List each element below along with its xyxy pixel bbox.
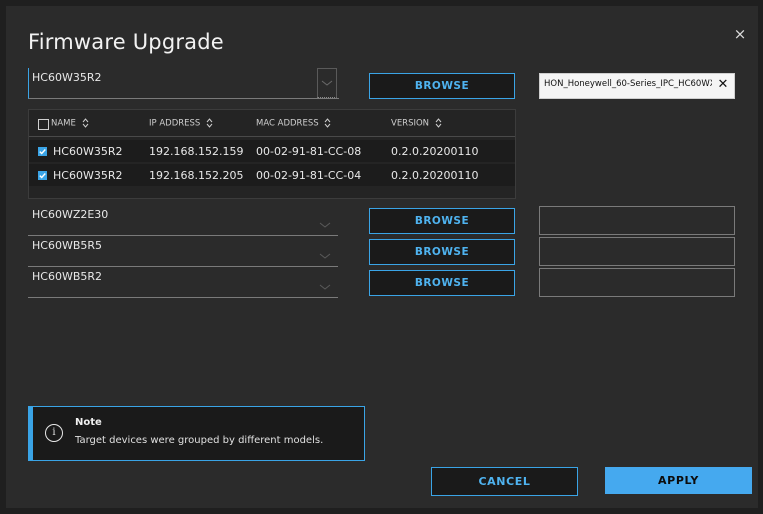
browse-button-4[interactable]: BROWSE: [369, 270, 515, 296]
chevron-down-icon[interactable]: [316, 211, 334, 231]
apply-button[interactable]: APPLY: [605, 467, 752, 494]
row-checkbox[interactable]: [38, 147, 47, 156]
column-header-name[interactable]: NAME: [51, 118, 89, 129]
file-name: HON_Honeywell_60-Series_IPC_HC60WXXRX_: [544, 79, 712, 89]
row-checkbox[interactable]: [38, 171, 47, 180]
cell-mac: 00-02-91-81-CC-08: [256, 145, 362, 158]
table-header: NAME IP ADDRESS MAC ADDRESS VERSION: [29, 110, 515, 137]
chevron-down-icon[interactable]: [316, 242, 334, 262]
browse-button-2[interactable]: BROWSE: [369, 208, 515, 234]
clear-file-icon[interactable]: ✕: [715, 77, 731, 93]
model-select-1[interactable]: HC60W35R2: [28, 68, 339, 99]
close-icon[interactable]: ×: [732, 26, 748, 42]
cell-mac: 00-02-91-81-CC-04: [256, 169, 362, 182]
cell-name: HC60W35R2: [53, 169, 123, 182]
device-table: NAME IP ADDRESS MAC ADDRESS VERSION HC60…: [28, 109, 516, 199]
sort-icon: [324, 118, 331, 128]
model-name: HC60WZ2E30: [32, 208, 109, 221]
firmware-upgrade-dialog: Firmware Upgrade × HC60W35R2 BROWSE HON_…: [6, 6, 758, 508]
cell-name: HC60W35R2: [53, 145, 123, 158]
sort-icon: [435, 118, 442, 128]
model-name: HC60WB5R5: [32, 239, 103, 252]
file-field-2[interactable]: [539, 206, 735, 235]
chevron-down-icon[interactable]: [317, 68, 337, 98]
dialog-title: Firmware Upgrade: [28, 30, 224, 54]
column-header-mac[interactable]: MAC ADDRESS: [256, 118, 331, 129]
model-name: HC60W35R2: [32, 71, 102, 84]
column-header-version[interactable]: VERSION: [391, 118, 442, 129]
cell-version: 0.2.0.20200110: [391, 169, 479, 182]
browse-button-3[interactable]: BROWSE: [369, 239, 515, 265]
note-text: Target devices were grouped by different…: [75, 435, 324, 446]
note-title: Note: [75, 417, 102, 428]
file-field-4[interactable]: [539, 268, 735, 297]
model-select-4[interactable]: HC60WB5R2: [28, 267, 338, 298]
cancel-button[interactable]: CANCEL: [431, 467, 578, 496]
table-row[interactable]: HC60W35R2 192.168.152.159 00-02-91-81-CC…: [29, 140, 515, 162]
column-header-ip[interactable]: IP ADDRESS: [149, 118, 213, 129]
cell-ip: 192.168.152.205: [149, 169, 244, 182]
file-field-1[interactable]: HON_Honeywell_60-Series_IPC_HC60WXXRX_ ✕: [539, 73, 735, 99]
table-row[interactable]: HC60W35R2 192.168.152.205 00-02-91-81-CC…: [29, 164, 515, 186]
info-icon: i: [45, 424, 63, 442]
sort-icon: [206, 118, 213, 128]
model-select-3[interactable]: HC60WB5R5: [28, 236, 338, 267]
browse-button-1[interactable]: BROWSE: [369, 73, 515, 99]
cell-version: 0.2.0.20200110: [391, 145, 479, 158]
model-select-2[interactable]: HC60WZ2E30: [28, 205, 338, 236]
note-banner: i Note Target devices were grouped by di…: [28, 406, 365, 461]
sort-icon: [82, 118, 88, 128]
file-field-3[interactable]: [539, 237, 735, 266]
chevron-down-icon[interactable]: [316, 273, 334, 293]
cell-ip: 192.168.152.159: [149, 145, 244, 158]
model-name: HC60WB5R2: [32, 270, 103, 283]
select-all-checkbox[interactable]: [38, 119, 49, 130]
